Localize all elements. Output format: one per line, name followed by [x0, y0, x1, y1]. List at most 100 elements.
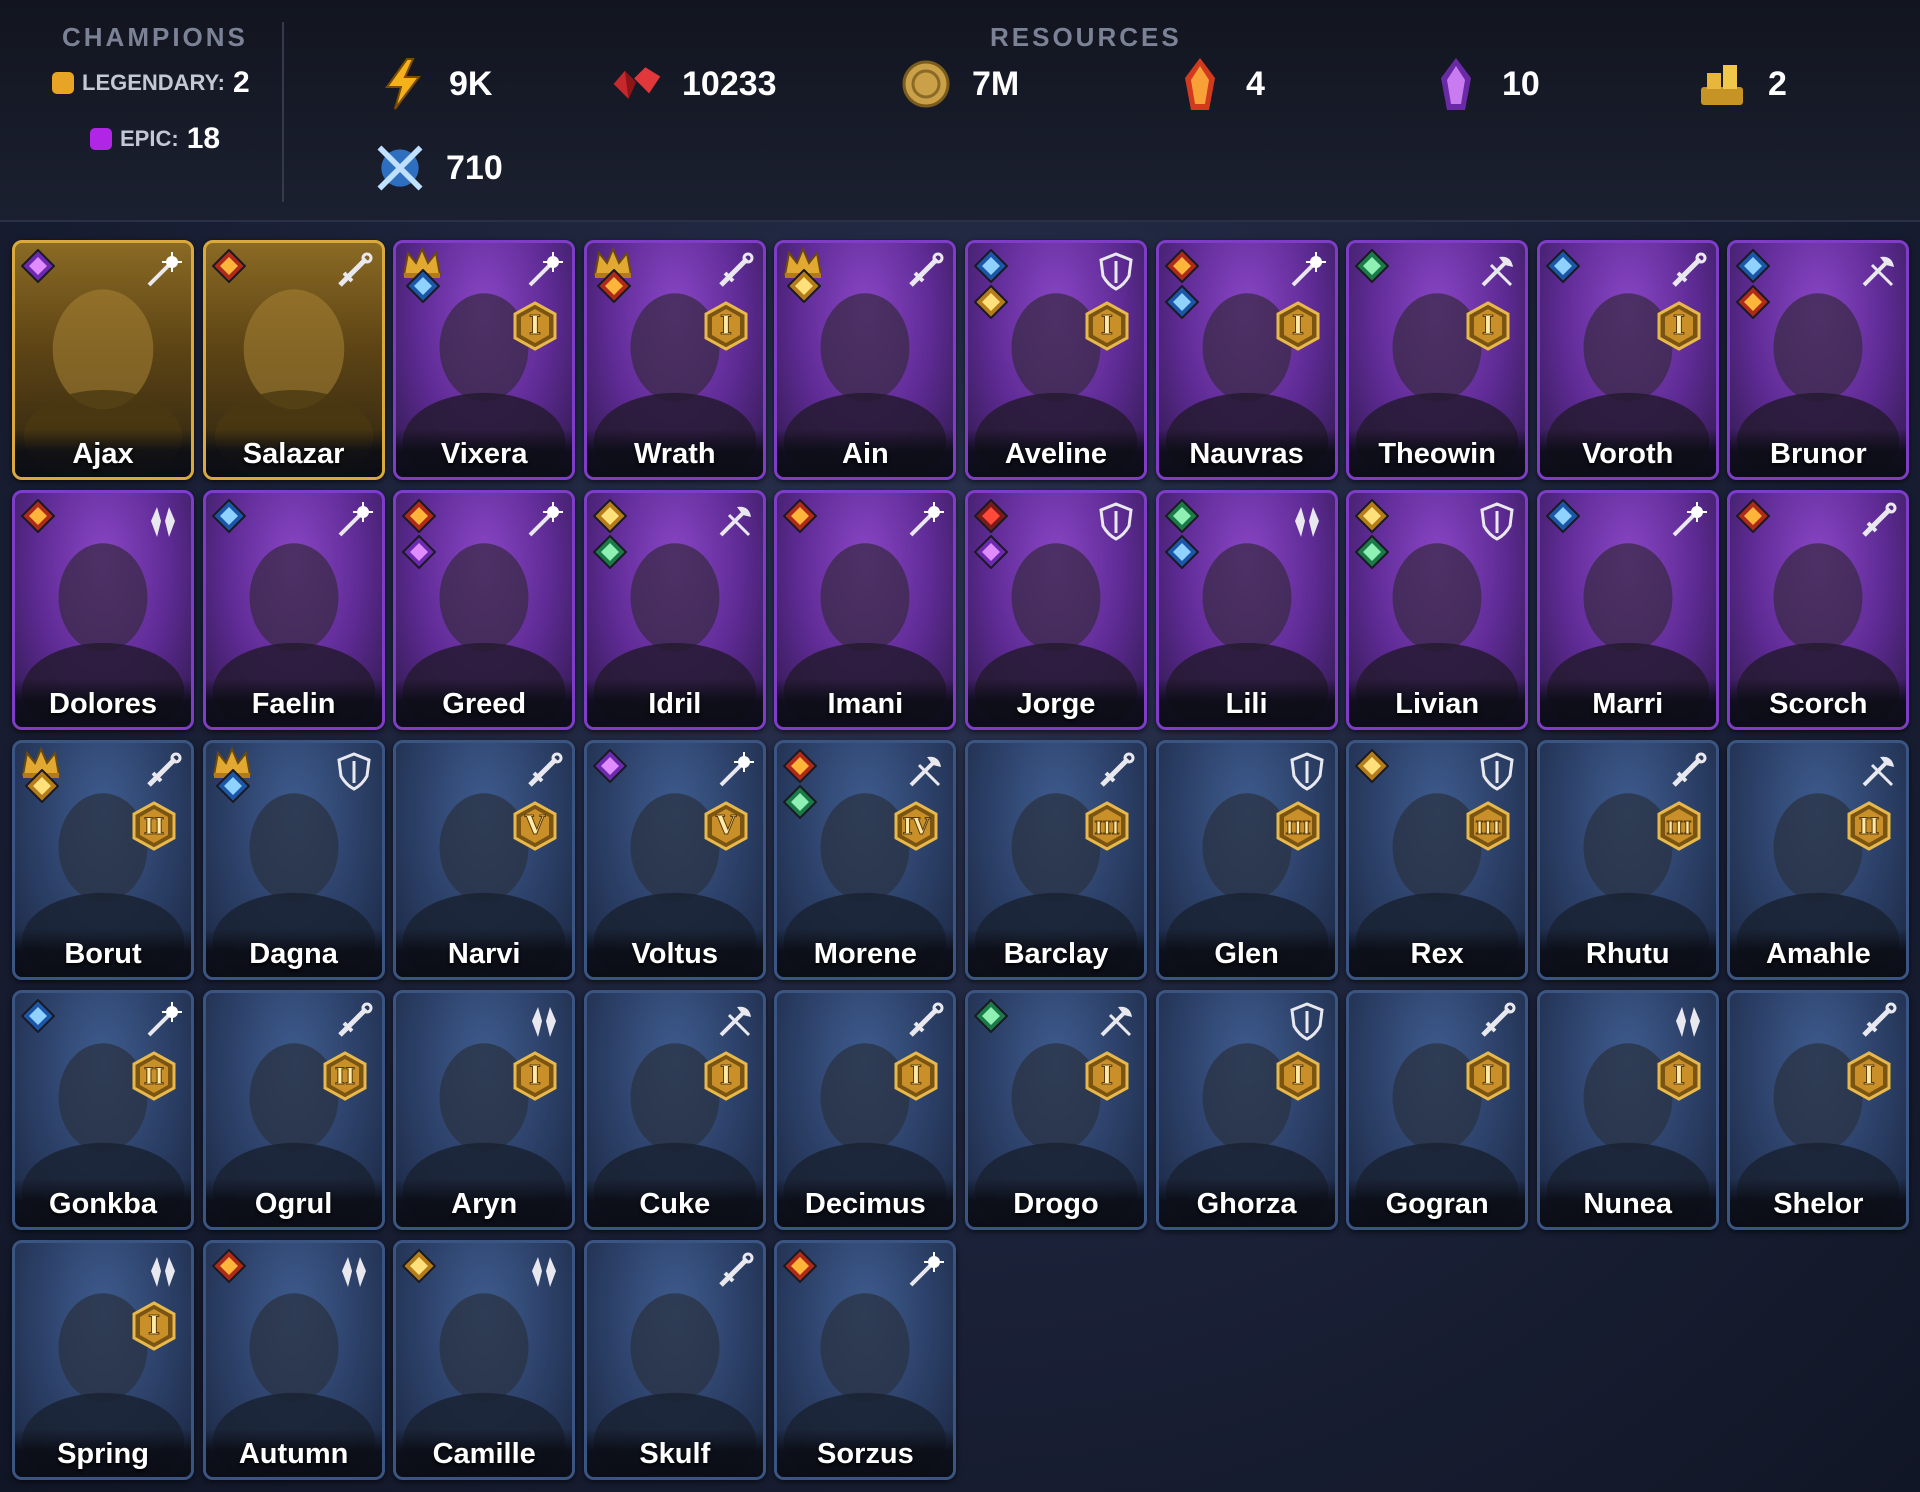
champion-card-ain[interactable]: Ain: [774, 240, 957, 480]
champion-name: Dolores: [49, 688, 157, 720]
champion-card-jorge[interactable]: Jorge: [964, 490, 1147, 730]
champion-card-voroth[interactable]: I Voroth: [1536, 240, 1719, 480]
champion-card-greed[interactable]: Greed: [393, 490, 576, 730]
epic-swatch: [90, 128, 112, 150]
champion-card-sorzus[interactable]: Sorzus: [774, 1240, 957, 1480]
champion-name: Voltus: [631, 938, 719, 970]
champion-card-autumn[interactable]: Autumn: [202, 1240, 385, 1480]
champion-name: Barclay: [1003, 938, 1109, 970]
support-role-icon: [143, 1251, 183, 1291]
champion-name: Drogo: [1013, 1188, 1099, 1220]
void-shard-icon: [1428, 56, 1484, 112]
champion-card-ogrul[interactable]: II Ogrul: [202, 990, 385, 1230]
fire-affinity-icon: [20, 498, 56, 534]
arena-token-icon: [372, 140, 428, 196]
champions-title: CHAMPIONS: [62, 22, 248, 52]
rank-badge: I: [703, 1051, 749, 1101]
champion-card-nunea[interactable]: I Nunea: [1536, 990, 1719, 1230]
champion-card-wrath[interactable]: I Wrath: [583, 240, 766, 480]
champion-card-livian[interactable]: Livian: [1346, 490, 1529, 730]
sword-role-icon: [143, 751, 183, 791]
svg-text:I: I: [910, 1061, 922, 1091]
champion-card-aveline[interactable]: I Aveline: [964, 240, 1147, 480]
champion-card-theowin[interactable]: I Theowin: [1346, 240, 1529, 480]
sword-role-icon: [1858, 1001, 1898, 1041]
champion-card-brunor[interactable]: Brunor: [1727, 240, 1910, 480]
epic-count: 18: [186, 122, 221, 155]
sword-role-icon: [524, 751, 564, 791]
svg-text:III: III: [1094, 818, 1119, 839]
resource-fire-shard: 4: [1172, 56, 1265, 112]
champion-card-spring[interactable]: I Spring: [12, 1240, 194, 1480]
champion-card-borut[interactable]: II Borut: [12, 740, 194, 980]
champion-name: Lili: [1225, 688, 1268, 720]
champion-card-dolores[interactable]: Dolores: [12, 490, 194, 730]
champion-card-vixera[interactable]: I Vixera: [393, 240, 576, 480]
champion-card-dagna[interactable]: Dagna: [202, 740, 385, 980]
fire-affinity-icon: [211, 1248, 247, 1284]
champion-card-morene[interactable]: IV Morene: [774, 740, 957, 980]
champion-name: Livian: [1395, 688, 1480, 720]
champion-name: Ajax: [72, 438, 134, 470]
champion-card-marri[interactable]: Marri: [1536, 490, 1719, 730]
fire-affinity-icon: [1164, 248, 1199, 284]
axe-role-icon: [715, 1001, 755, 1041]
svg-text:III: III: [1476, 818, 1501, 839]
light-affinity-icon: [24, 768, 60, 804]
svg-text:I: I: [720, 311, 732, 341]
champion-card-idril[interactable]: Idril: [583, 490, 766, 730]
rank-badge: III: [1656, 801, 1702, 851]
header-divider: [282, 22, 284, 202]
champion-card-gogran[interactable]: I Gogran: [1346, 990, 1529, 1230]
support-role-icon: [334, 1251, 374, 1291]
champion-name: Camille: [432, 1438, 536, 1470]
champion-name: Shelor: [1773, 1188, 1864, 1220]
champion-card-imani[interactable]: Imani: [774, 490, 957, 730]
support-role-icon: [1287, 501, 1327, 541]
champion-card-rex[interactable]: III Rex: [1346, 740, 1529, 980]
champion-card-ajax[interactable]: Ajax: [12, 240, 194, 480]
champion-card-skulf[interactable]: Skulf: [583, 1240, 766, 1480]
champion-card-amahle[interactable]: II Amahle: [1727, 740, 1910, 980]
champion-card-salazar[interactable]: Salazar: [202, 240, 385, 480]
champion-card-cuke[interactable]: I Cuke: [583, 990, 766, 1230]
magic-role-icon: [1668, 501, 1708, 541]
champion-card-gonkba[interactable]: II Gonkba: [12, 990, 194, 1230]
top-header: CHAMPIONS LEGENDARY: 2 EPIC: 18 RESOURCE…: [0, 0, 1920, 222]
rank-badge: I: [1275, 1051, 1321, 1101]
rank-badge: I: [1084, 301, 1130, 351]
champion-card-aryn[interactable]: I Aryn: [393, 990, 576, 1230]
champion-card-drogo[interactable]: I Drogo: [964, 990, 1147, 1230]
rank-badge: I: [893, 1051, 939, 1101]
champion-card-decimus[interactable]: I Decimus: [774, 990, 957, 1230]
champion-card-voltus[interactable]: V Voltus: [583, 740, 766, 980]
sword-role-icon: [334, 1001, 374, 1041]
champion-card-glen[interactable]: III Glen: [1155, 740, 1338, 980]
svg-text:IV: IV: [903, 814, 931, 840]
epic-label: EPIC:: [120, 126, 179, 151]
void-affinity-icon: [973, 534, 1009, 570]
champion-card-faelin[interactable]: Faelin: [202, 490, 385, 730]
fire-affinity-icon: [211, 248, 247, 284]
champion-name: Ain: [842, 438, 889, 470]
champion-card-rhutu[interactable]: III Rhutu: [1536, 740, 1719, 980]
light-affinity-icon: [401, 1248, 437, 1284]
champion-name: Voroth: [1582, 438, 1674, 470]
champion-card-barclay[interactable]: III Barclay: [964, 740, 1147, 980]
svg-text:I: I: [529, 1061, 541, 1091]
champion-card-scorch[interactable]: Scorch: [1727, 490, 1910, 730]
legendary-swatch: [52, 72, 74, 94]
rank-badge: I: [1656, 1051, 1702, 1101]
water-affinity-icon: [1164, 284, 1199, 320]
champion-name: Theowin: [1378, 438, 1496, 470]
champion-card-shelor[interactable]: I Shelor: [1727, 990, 1910, 1230]
champion-card-nauvras[interactable]: I Nauvras: [1155, 240, 1338, 480]
fire-shard-value: 4: [1246, 64, 1265, 103]
champion-name: Nauvras: [1189, 438, 1304, 470]
champion-card-narvi[interactable]: V Narvi: [393, 740, 576, 980]
champion-name: Morene: [813, 938, 917, 970]
champion-card-camille[interactable]: Camille: [393, 1240, 576, 1480]
champion-card-ghorza[interactable]: I Ghorza: [1155, 990, 1338, 1230]
magic-role-icon: [334, 501, 374, 541]
champion-card-lili[interactable]: Lili: [1155, 490, 1338, 730]
